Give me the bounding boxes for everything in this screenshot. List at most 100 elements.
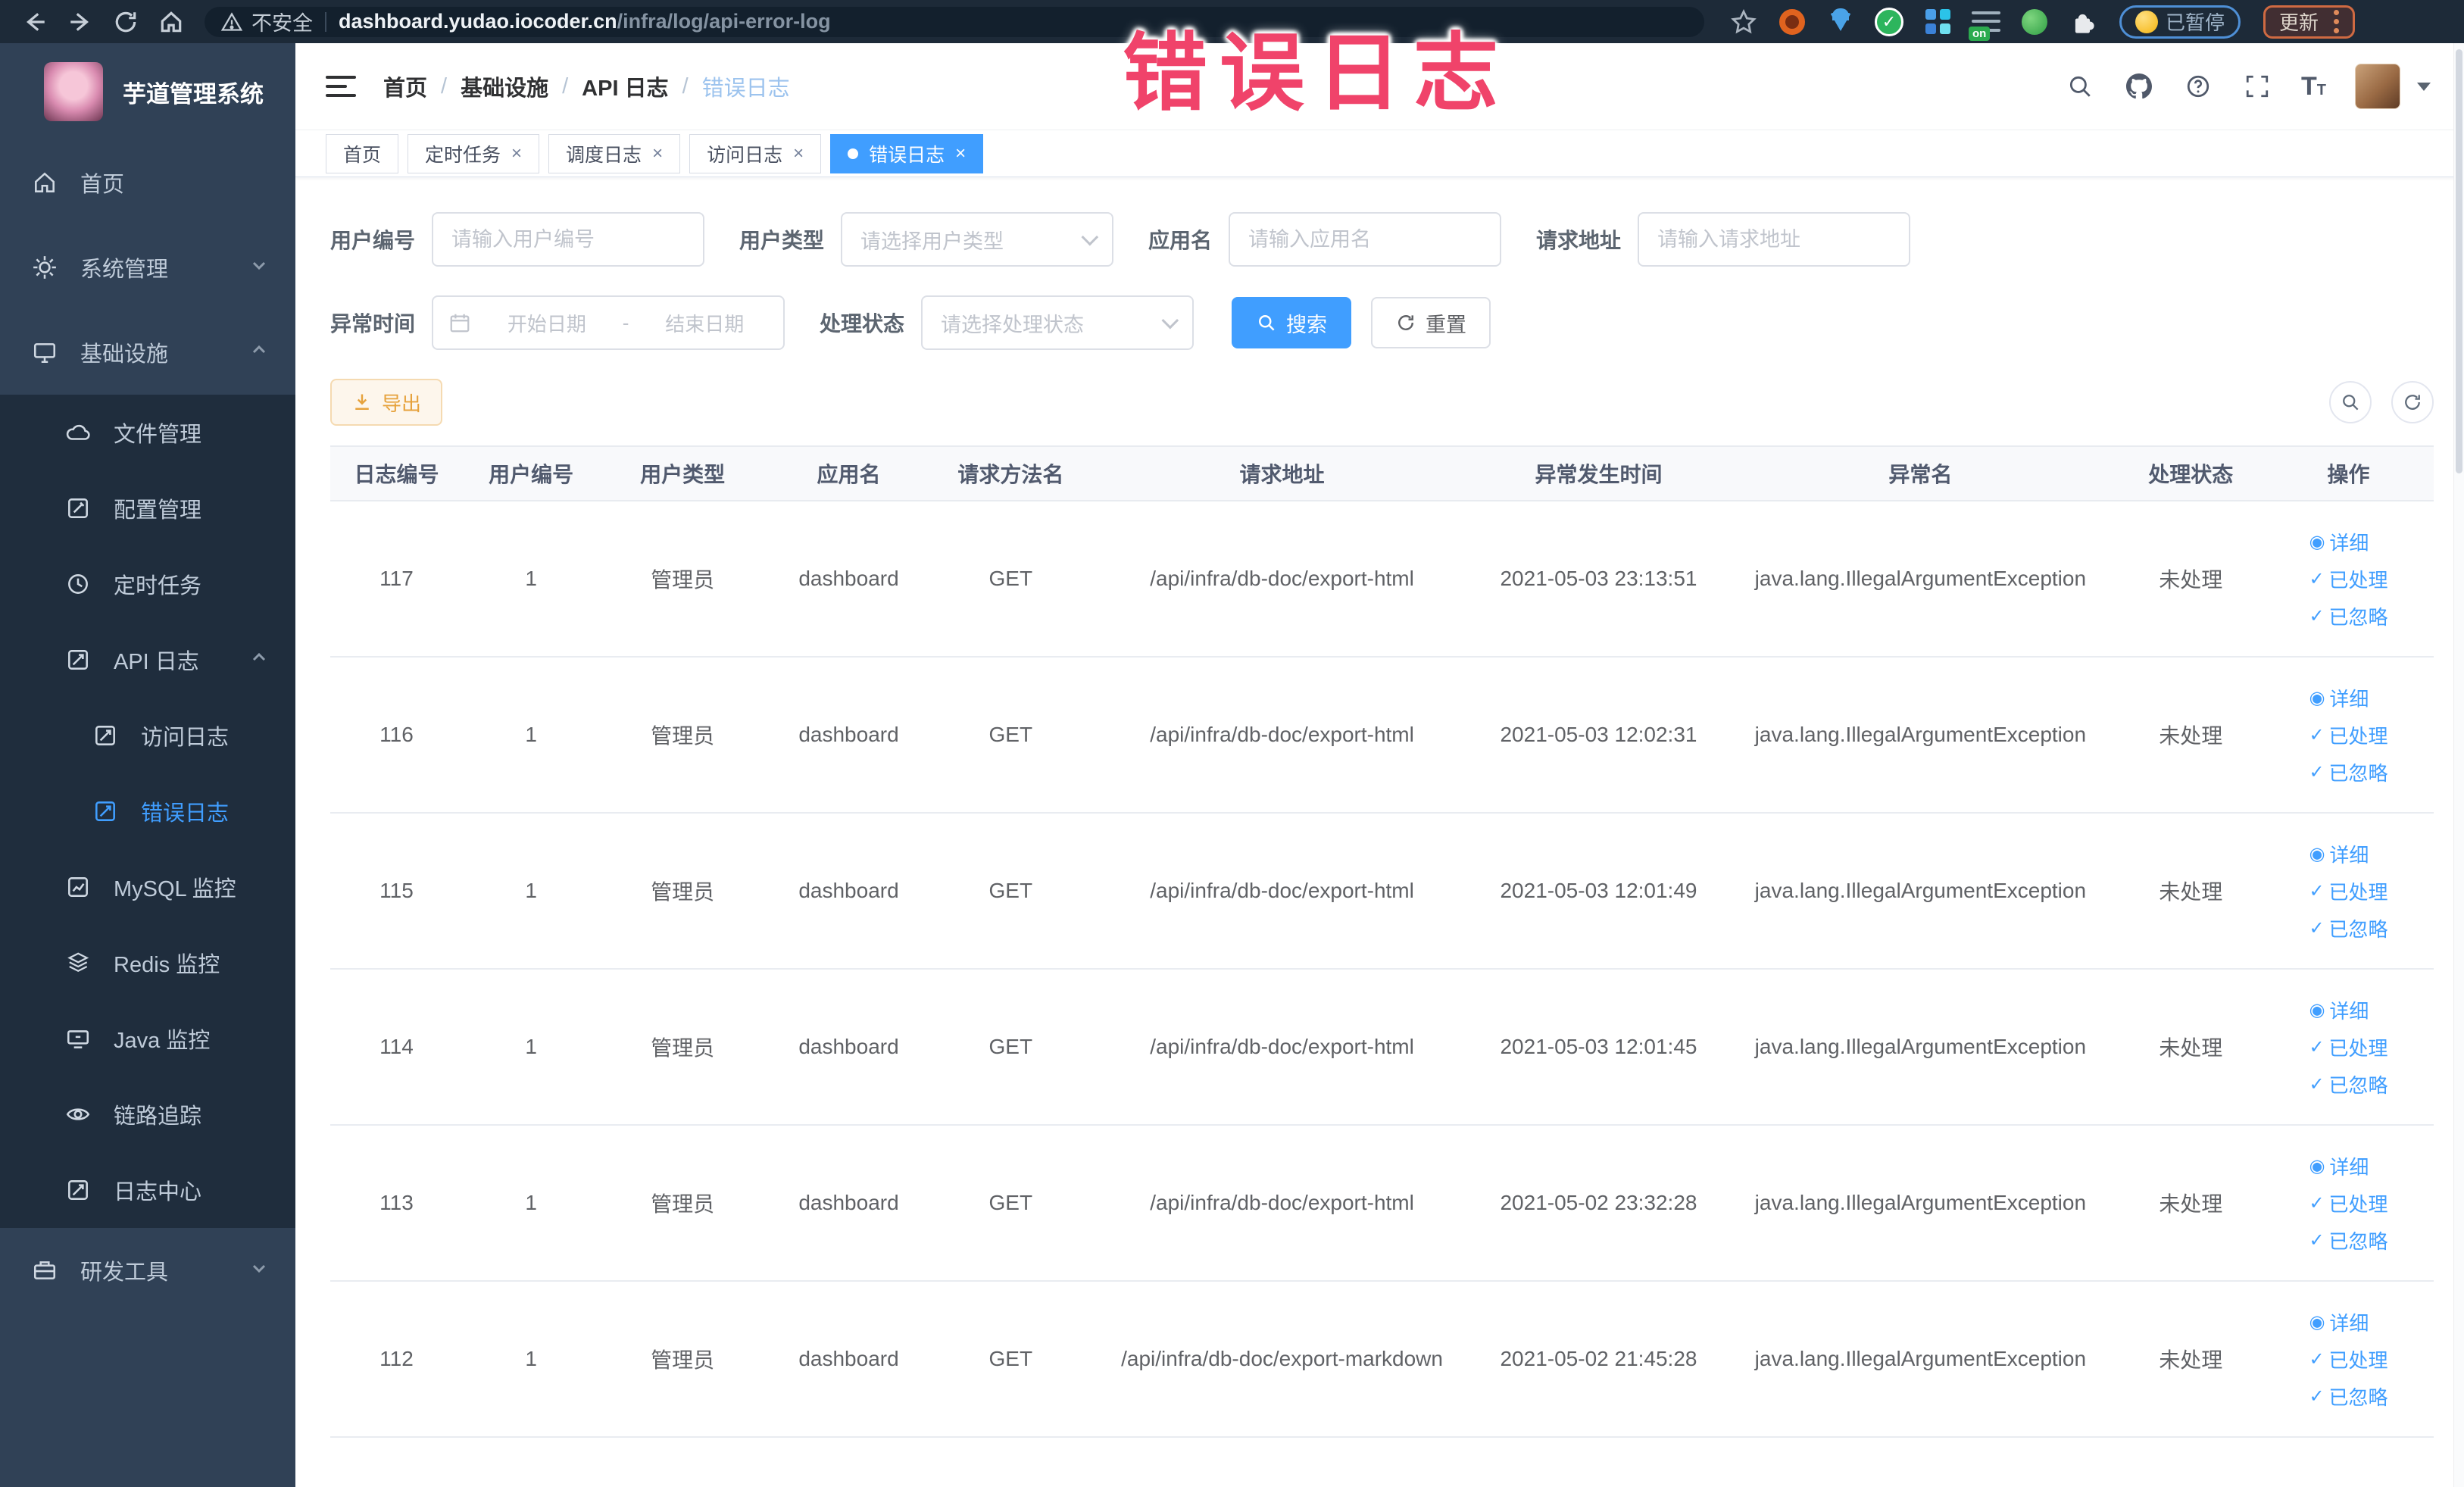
sidebar-item-access-log[interactable]: 访问日志 bbox=[0, 698, 295, 773]
sidebar-item-system[interactable]: 系统管理 bbox=[0, 225, 295, 310]
sidebar-item-api-log[interactable]: API 日志 bbox=[0, 622, 295, 698]
close-icon[interactable]: × bbox=[511, 143, 522, 164]
sidebar-item-file-manage[interactable]: 文件管理 bbox=[0, 395, 295, 470]
toggle-search-button[interactable] bbox=[2329, 381, 2372, 423]
col-user-type: 用户类型 bbox=[599, 445, 766, 501]
extension-check-icon[interactable]: ✓ bbox=[1869, 5, 1909, 39]
sidebar-item-trace[interactable]: 链路追踪 bbox=[0, 1076, 295, 1152]
sidebar-item-dev-tools[interactable]: 研发工具 bbox=[0, 1228, 295, 1313]
action-processed[interactable]: ✓ 已处理 bbox=[2309, 877, 2387, 905]
action-ignored[interactable]: ✓ 已忽略 bbox=[2309, 602, 2387, 630]
sidebar-item-infra[interactable]: 基础设施 bbox=[0, 310, 295, 395]
breadcrumb-infra[interactable]: 基础设施 bbox=[461, 70, 548, 102]
reload-icon[interactable] bbox=[109, 5, 142, 39]
check-icon: ✓ bbox=[2309, 1229, 2325, 1251]
action-processed[interactable]: ✓ 已处理 bbox=[2309, 1033, 2387, 1061]
browser-menu-icon[interactable] bbox=[2334, 10, 2340, 33]
table-row: 114 1 管理员 dashboard GET/api/infra/db-doc/exp… bbox=[330, 969, 2434, 1126]
sidebar-item-config-manage[interactable]: 配置管理 bbox=[0, 470, 295, 546]
not-secure-warning-icon[interactable] bbox=[221, 11, 242, 33]
extension-orange-icon[interactable] bbox=[1772, 5, 1812, 39]
extension-on-icon[interactable]: on bbox=[1966, 5, 2006, 41]
sidebar-item-redis-monitor[interactable]: Redis 监控 bbox=[0, 925, 295, 1001]
extension-pin-icon[interactable] bbox=[1821, 5, 1860, 39]
action-detail[interactable]: ◉ 详细 bbox=[2309, 684, 2369, 712]
action-detail[interactable]: ◉ 详细 bbox=[2309, 840, 2369, 868]
process-status-select[interactable]: 请选择处理状态 bbox=[921, 295, 1195, 350]
breadcrumb-api-log[interactable]: API 日志 bbox=[582, 70, 668, 102]
action-processed[interactable]: ✓ 已处理 bbox=[2309, 721, 2387, 749]
table-row: 116 1 管理员 dashboard GET/api/infra/db-doc/exp… bbox=[330, 657, 2434, 814]
close-icon[interactable]: × bbox=[652, 143, 663, 164]
table-cell: dashboard bbox=[765, 813, 932, 970]
table-cell: 未处理 bbox=[2118, 1125, 2264, 1282]
fullscreen-icon[interactable] bbox=[2242, 71, 2272, 102]
request-url-input[interactable] bbox=[1638, 212, 1911, 267]
sidebar-item-error-log[interactable]: 错误日志 bbox=[0, 773, 295, 849]
action-detail[interactable]: ◉ 详细 bbox=[2309, 1308, 2369, 1336]
update-button[interactable]: 更新 bbox=[2263, 5, 2356, 39]
tab-home[interactable]: 首页 bbox=[326, 133, 399, 173]
bookmark-star-icon[interactable] bbox=[1724, 5, 1763, 39]
search-icon[interactable] bbox=[2065, 71, 2095, 102]
breadcrumb-home[interactable]: 首页 bbox=[383, 70, 427, 102]
app-name-input[interactable] bbox=[1229, 212, 1502, 267]
action-processed[interactable]: ✓ 已处理 bbox=[2309, 1189, 2387, 1217]
table-cell: 1 bbox=[462, 969, 600, 1126]
date-range-picker[interactable]: 开始日期 - 结束日期 bbox=[432, 295, 785, 350]
table-cell: dashboard bbox=[765, 657, 932, 814]
action-detail[interactable]: ◉ 详细 bbox=[2309, 1152, 2369, 1180]
sidebar-item-log-center[interactable]: 日志中心 bbox=[0, 1152, 295, 1228]
action-ignored[interactable]: ✓ 已忽略 bbox=[2309, 758, 2387, 786]
check-icon: ✓ bbox=[2309, 761, 2325, 783]
tab-schedule-log[interactable]: 调度日志 × bbox=[548, 133, 681, 173]
sidebar-item-home[interactable]: 首页 bbox=[0, 140, 295, 225]
reset-button[interactable]: 重置 bbox=[1371, 297, 1491, 348]
action-ignored[interactable]: ✓ 已忽略 bbox=[2309, 1382, 2387, 1410]
filter-row-2: 异常时间 开始日期 - 结束日期 处理状态 请选择处理状态 搜索 重置 bbox=[330, 295, 2434, 350]
font-size-icon[interactable]: TT bbox=[2301, 73, 2326, 99]
clock-icon bbox=[65, 571, 91, 597]
close-icon[interactable]: × bbox=[955, 143, 966, 164]
action-ignored[interactable]: ✓ 已忽略 bbox=[2309, 914, 2387, 942]
action-detail[interactable]: ◉ 详细 bbox=[2309, 996, 2369, 1024]
extensions-puzzle-icon[interactable] bbox=[2063, 5, 2103, 39]
page-scrollbar[interactable] bbox=[2453, 43, 2464, 1487]
table-header-row: 日志编号 用户编号 用户类型 应用名 请求方法名 请求地址 异常发生时间 异常名… bbox=[330, 445, 2434, 501]
tab-access-log[interactable]: 访问日志 × bbox=[689, 133, 822, 173]
action-detail[interactable]: ◉ 详细 bbox=[2309, 528, 2369, 556]
tab-scheduled-jobs[interactable]: 定时任务 × bbox=[408, 133, 540, 173]
extension-grid-icon[interactable] bbox=[1918, 5, 1957, 39]
url-path: /infra/log/api-error-log bbox=[617, 10, 831, 33]
collapse-menu-icon[interactable] bbox=[326, 76, 356, 97]
sidebar-item-java-monitor[interactable]: Java 监控 bbox=[0, 1001, 295, 1076]
action-ignored[interactable]: ✓ 已忽略 bbox=[2309, 1070, 2387, 1098]
sidebar-item-scheduled-jobs[interactable]: 定时任务 bbox=[0, 546, 295, 622]
refresh-button[interactable] bbox=[2391, 381, 2434, 423]
page-content: 用户编号 用户类型 请选择用户类型 应用名 请求地址 bbox=[295, 177, 2464, 1487]
action-processed[interactable]: ✓ 已处理 bbox=[2309, 565, 2387, 593]
user-id-input[interactable] bbox=[432, 212, 705, 267]
export-button[interactable]: 导出 bbox=[330, 379, 443, 426]
close-icon[interactable]: × bbox=[793, 143, 804, 164]
back-icon[interactable] bbox=[18, 5, 52, 39]
github-icon[interactable] bbox=[2124, 71, 2154, 102]
sidebar-item-mysql-monitor[interactable]: MySQL 监控 bbox=[0, 849, 295, 925]
app-logo-row[interactable]: 芋道管理系统 bbox=[0, 43, 295, 140]
action-processed[interactable]: ✓ 已处理 bbox=[2309, 1345, 2387, 1373]
scrollbar-thumb[interactable] bbox=[2456, 49, 2462, 473]
avatar-caret-icon[interactable] bbox=[2417, 82, 2431, 91]
avatar[interactable] bbox=[2355, 64, 2400, 109]
tab-error-log[interactable]: 错误日志 × bbox=[830, 133, 984, 173]
user-type-select[interactable]: 请选择用户类型 bbox=[841, 212, 1114, 267]
search-button[interactable]: 搜索 bbox=[1232, 297, 1352, 348]
extension-leaf-icon[interactable] bbox=[2015, 5, 2054, 39]
row-actions-cell: ◉ 详细 ✓ 已处理 ✓ 已忽略 bbox=[2263, 657, 2434, 814]
action-ignored[interactable]: ✓ 已忽略 bbox=[2309, 1226, 2387, 1254]
paused-extension-badge[interactable]: 已暂停 bbox=[2119, 5, 2241, 39]
app-logo bbox=[44, 62, 103, 121]
address-bar[interactable]: 不安全 dashboard.yudao.iocoder.cn/infra/log… bbox=[205, 6, 1704, 37]
help-icon[interactable] bbox=[2183, 71, 2213, 102]
home-icon[interactable] bbox=[155, 5, 188, 39]
forward-icon[interactable] bbox=[64, 5, 97, 39]
